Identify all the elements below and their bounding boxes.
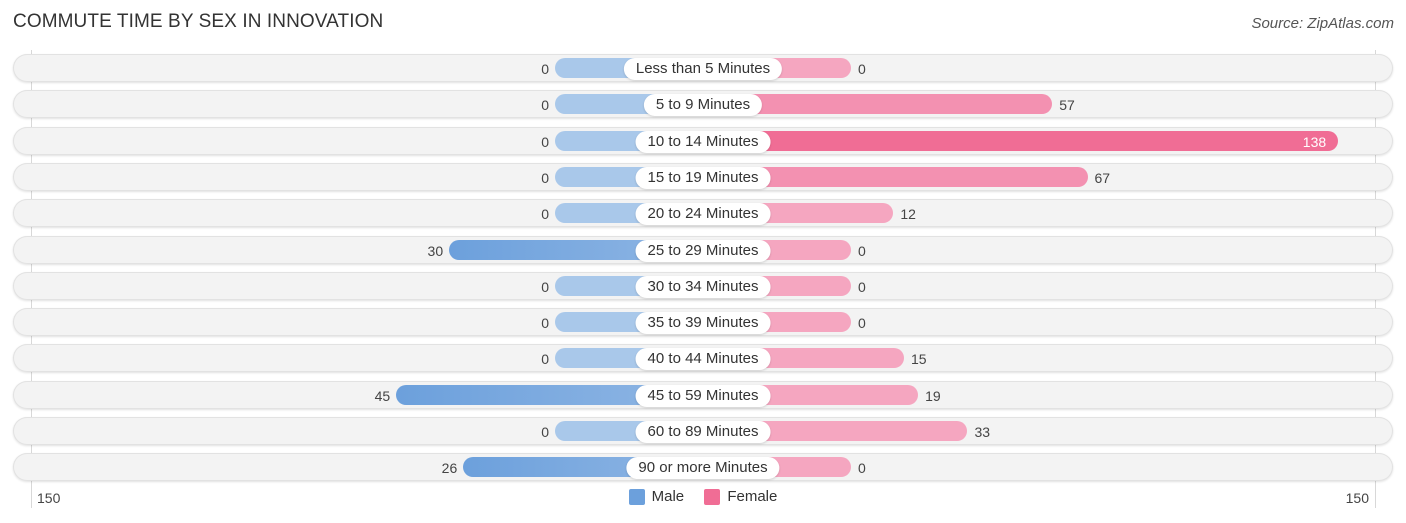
category-label: 90 or more Minutes — [626, 457, 780, 480]
male-value-label: 0 — [541, 278, 549, 295]
chart-row: 30 to 34 Minutes 0 0 — [13, 271, 1393, 300]
chart-row: 45 to 59 Minutes 45 19 — [13, 380, 1393, 409]
chart-row: 5 to 9 Minutes 0 57 — [13, 90, 1393, 119]
category-label: 60 to 89 Minutes — [635, 421, 771, 443]
male-value-label: 0 — [541, 315, 549, 332]
male-value-label: 0 — [541, 133, 549, 150]
female-value-label: 0 — [858, 315, 866, 332]
category-label: Less than 5 Minutes — [623, 58, 783, 80]
chart-row: 60 to 89 Minutes 0 33 — [13, 417, 1393, 445]
female-value-label: 0 — [858, 278, 866, 295]
legend-label-female: Female — [727, 488, 778, 505]
category-label: 5 to 9 Minutes — [643, 94, 763, 117]
female-value-label: 57 — [1059, 97, 1075, 114]
chart-title: COMMUTE TIME BY SEX IN INNOVATION — [13, 11, 384, 32]
female-value-label: 12 — [900, 206, 916, 223]
female-value-label: 0 — [858, 242, 866, 259]
chart-row: 20 to 24 Minutes 0 12 — [13, 199, 1393, 228]
male-value-label: 0 — [541, 169, 549, 186]
chart-row: 25 to 29 Minutes 30 0 — [13, 235, 1393, 264]
female-value-label: 19 — [925, 387, 941, 404]
female-swatch-icon — [704, 488, 721, 505]
male-value-label: 0 — [541, 351, 549, 368]
category-label: 20 to 24 Minutes — [635, 203, 771, 226]
chart-row: Less than 5 Minutes 0 0 — [13, 54, 1393, 82]
legend-label-male: Male — [651, 488, 685, 505]
male-value-label: 0 — [541, 61, 549, 77]
female-value-label: 138 — [1302, 133, 1327, 150]
category-label: 40 to 44 Minutes — [635, 348, 771, 371]
category-label: 25 to 29 Minutes — [635, 239, 771, 262]
female-bar[interactable] — [703, 130, 1339, 151]
male-value-label: 0 — [541, 424, 549, 440]
chart-row: 15 to 19 Minutes 0 67 — [13, 162, 1393, 191]
legend: Male Female — [0, 488, 1406, 509]
male-swatch-icon — [628, 488, 645, 505]
female-value-label: 0 — [858, 61, 866, 77]
category-label: 30 to 34 Minutes — [635, 275, 771, 298]
legend-item-male[interactable]: Male — [628, 488, 685, 505]
category-label: 45 to 59 Minutes — [635, 384, 771, 407]
chart-row: 90 or more Minutes 26 0 — [13, 453, 1393, 482]
category-label: 15 to 19 Minutes — [635, 166, 771, 189]
chart-row: 10 to 14 Minutes 0 138 — [13, 126, 1393, 155]
male-value-label: 0 — [541, 97, 549, 114]
category-label: 35 to 39 Minutes — [635, 312, 771, 335]
source-label: Source: ZipAtlas.com — [1251, 15, 1394, 32]
female-value-label: 15 — [910, 351, 927, 368]
male-value-label: 0 — [541, 206, 549, 223]
chart-row: 35 to 39 Minutes 0 0 — [13, 308, 1393, 337]
category-label: 10 to 14 Minutes — [635, 130, 771, 153]
chart-row: 40 to 44 Minutes 0 15 — [13, 344, 1393, 373]
male-value-label: 26 — [441, 460, 458, 477]
legend-item-female[interactable]: Female — [704, 488, 777, 505]
male-value-label: 45 — [374, 387, 391, 404]
female-value-label: 0 — [858, 460, 866, 477]
female-value-label: 67 — [1094, 169, 1111, 186]
male-value-label: 30 — [427, 242, 444, 259]
female-value-label: 33 — [974, 424, 991, 440]
